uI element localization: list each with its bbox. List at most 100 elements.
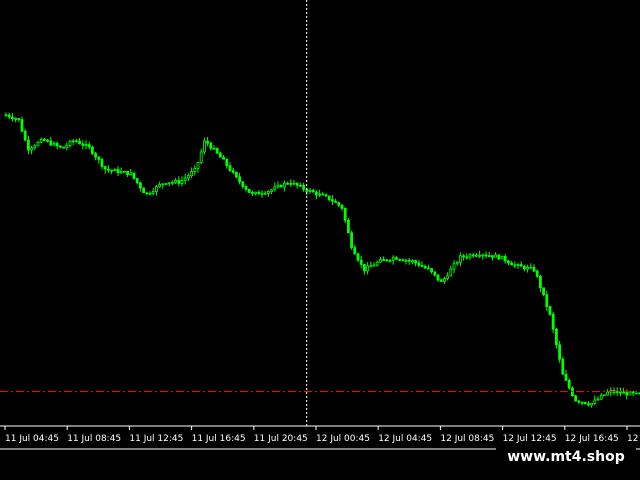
site-watermark: www.mt4.shop xyxy=(496,444,636,470)
candle-body xyxy=(577,400,581,403)
candle-body xyxy=(462,255,466,258)
candle-body xyxy=(327,195,331,201)
candle-body xyxy=(161,183,165,186)
candle-body xyxy=(270,189,274,192)
candle-body xyxy=(302,184,306,190)
candle-body xyxy=(257,191,261,195)
candle-body xyxy=(75,140,78,143)
candle-body xyxy=(206,140,210,144)
candle-body xyxy=(561,358,565,375)
candle-body xyxy=(123,170,126,173)
candle-body xyxy=(52,143,56,146)
candle-body xyxy=(587,403,590,406)
candle-body xyxy=(337,202,341,206)
candle-body xyxy=(484,254,488,257)
candle-body xyxy=(238,176,242,183)
candle-body xyxy=(394,257,398,260)
candle-body xyxy=(190,171,194,177)
candle-body xyxy=(282,182,286,188)
candle-body xyxy=(465,256,469,259)
candle-body xyxy=(382,259,386,261)
candle-body xyxy=(510,262,514,266)
candle-body xyxy=(113,169,117,171)
candle-body xyxy=(39,138,43,143)
candle-body xyxy=(590,402,593,406)
candle-body xyxy=(545,294,549,307)
candle-body xyxy=(410,260,414,263)
candle-body xyxy=(423,265,427,269)
candle-body xyxy=(391,257,395,261)
candle-body xyxy=(519,264,523,267)
candle-body xyxy=(266,190,270,194)
candle-body xyxy=(446,275,450,279)
candle-body xyxy=(59,145,62,148)
candle-body xyxy=(593,399,597,404)
candle-body xyxy=(622,391,625,394)
candle-body xyxy=(340,204,344,209)
candle-body xyxy=(567,379,571,389)
candle-body xyxy=(548,306,552,315)
candle-body xyxy=(372,264,376,267)
candle-body xyxy=(126,170,129,176)
candle-body xyxy=(212,147,216,150)
candle-body xyxy=(369,265,373,268)
candle-body xyxy=(65,145,69,148)
candle-body xyxy=(209,142,213,149)
candle-body xyxy=(10,116,14,120)
price-chart[interactable]: 11 Jul 04:45 11 Jul 08:45 11 Jul 12:45 11 J… xyxy=(0,0,640,480)
candle-body xyxy=(468,254,472,258)
candle-body xyxy=(199,151,203,163)
candle-body xyxy=(250,192,254,194)
candle-body xyxy=(558,344,561,360)
candle-body xyxy=(94,153,97,158)
candle-body xyxy=(362,263,366,272)
candle-body xyxy=(225,158,229,167)
candle-body xyxy=(49,140,53,146)
candle-body xyxy=(442,278,446,282)
candle-body xyxy=(471,254,475,257)
time-axis-label: 11 Jul 12:45 xyxy=(129,434,183,444)
time-axis-label: 12 Jul 00:45 xyxy=(316,434,370,444)
candle-body xyxy=(151,191,155,194)
candle-body xyxy=(17,118,21,121)
candle-body xyxy=(81,143,85,146)
candle-body xyxy=(436,274,440,281)
candle-body xyxy=(564,373,568,381)
candle-body xyxy=(87,144,91,148)
candle-body xyxy=(103,166,107,170)
candle-body xyxy=(30,147,34,151)
candle-body xyxy=(324,194,328,197)
candle-body xyxy=(231,170,235,173)
candle-body xyxy=(170,181,174,184)
candle-body xyxy=(503,255,507,262)
candle-body xyxy=(222,156,226,160)
candle-body xyxy=(68,140,72,146)
candle-body xyxy=(350,232,354,248)
candle-body xyxy=(635,392,638,395)
candle-body xyxy=(202,140,206,153)
candle-body xyxy=(33,145,37,149)
candle-body xyxy=(193,167,197,173)
candle-body xyxy=(417,262,421,266)
candle-body xyxy=(513,264,517,267)
candle-body xyxy=(308,189,312,192)
candle-body xyxy=(385,259,389,262)
chart-window[interactable]: 11 Jul 04:45 11 Jul 08:45 11 Jul 12:45 11 J… xyxy=(0,0,640,480)
candle-body xyxy=(62,146,65,149)
candle-body xyxy=(196,162,200,169)
candle-body xyxy=(478,254,482,257)
time-axis-label: 12 Jul 04:45 xyxy=(378,434,432,444)
candle-body xyxy=(628,391,632,396)
candle-body xyxy=(535,270,539,277)
candle-body xyxy=(583,401,587,405)
candle-body xyxy=(4,114,8,117)
candle-body xyxy=(100,159,104,167)
candle-body xyxy=(353,247,357,255)
candle-body xyxy=(241,181,245,187)
candle-body xyxy=(378,259,382,263)
candle-body xyxy=(542,287,545,296)
candle-body xyxy=(107,168,110,171)
candle-body xyxy=(596,398,600,401)
candle-body xyxy=(129,172,133,176)
candle-body xyxy=(311,189,315,193)
